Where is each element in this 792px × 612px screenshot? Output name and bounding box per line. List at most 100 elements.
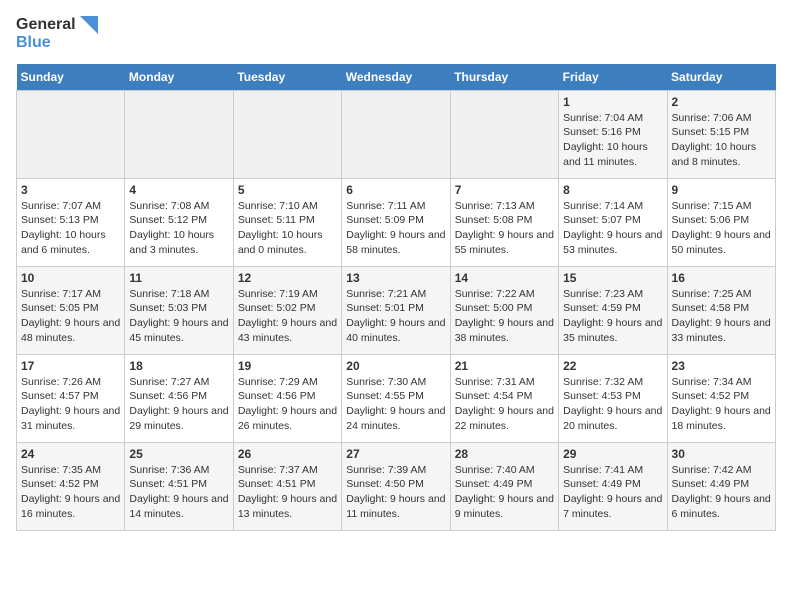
calendar-week: 17 Sunrise: 7:26 AM Sunset: 4:57 PM Dayli…: [17, 354, 776, 442]
day-info: Sunrise: 7:07 AM Sunset: 5:13 PM Dayligh…: [21, 199, 120, 258]
calendar-cell: [17, 90, 125, 178]
day-number: 3: [21, 183, 120, 197]
day-info: Sunrise: 7:10 AM Sunset: 5:11 PM Dayligh…: [238, 199, 337, 258]
calendar-cell: 10 Sunrise: 7:17 AM Sunset: 5:05 PM Dayli…: [17, 266, 125, 354]
calendar-cell: 25 Sunrise: 7:36 AM Sunset: 4:51 PM Dayli…: [125, 442, 233, 530]
calendar-cell: 19Sunrise: 7:29 AM Sunset: 4:56 PM Dayli…: [233, 354, 341, 442]
calendar-cell: 30 Sunrise: 7:42 AM Sunset: 4:49 PM Dayli…: [667, 442, 775, 530]
weekday-header: Thursday: [450, 64, 558, 91]
day-number: 20: [346, 359, 445, 373]
day-number: 8: [563, 183, 662, 197]
day-info: Sunrise: 7:04 AM Sunset: 5:16 PM Dayligh…: [563, 111, 662, 170]
day-info: Sunrise: 7:41 AM Sunset: 4:49 PM Dayligh…: [563, 463, 662, 522]
weekday-header: Wednesday: [342, 64, 450, 91]
weekday-header: Saturday: [667, 64, 775, 91]
day-number: 21: [455, 359, 554, 373]
calendar-cell: 14 Sunrise: 7:22 AM Sunset: 5:00 PM Dayli…: [450, 266, 558, 354]
day-number: 30: [672, 447, 771, 461]
day-number: 7: [455, 183, 554, 197]
day-info: Sunrise: 7:21 AM Sunset: 5:01 PM Dayligh…: [346, 287, 445, 346]
calendar-week: 10 Sunrise: 7:17 AM Sunset: 5:05 PM Dayli…: [17, 266, 776, 354]
calendar-week: 24Sunrise: 7:35 AM Sunset: 4:52 PM Dayli…: [17, 442, 776, 530]
calendar-cell: 6 Sunrise: 7:11 AM Sunset: 5:09 PM Daylig…: [342, 178, 450, 266]
day-info: Sunrise: 7:18 AM Sunset: 5:03 PM Dayligh…: [129, 287, 228, 346]
calendar-cell: 15Sunrise: 7:23 AM Sunset: 4:59 PM Dayli…: [559, 266, 667, 354]
day-info: Sunrise: 7:17 AM Sunset: 5:05 PM Dayligh…: [21, 287, 120, 346]
day-info: Sunrise: 7:36 AM Sunset: 4:51 PM Dayligh…: [129, 463, 228, 522]
weekday-header: Monday: [125, 64, 233, 91]
calendar-cell: 8 Sunrise: 7:14 AM Sunset: 5:07 PM Daylig…: [559, 178, 667, 266]
day-number: 5: [238, 183, 337, 197]
calendar-cell: 18 Sunrise: 7:27 AM Sunset: 4:56 PM Dayli…: [125, 354, 233, 442]
day-info: Sunrise: 7:27 AM Sunset: 4:56 PM Dayligh…: [129, 375, 228, 434]
logo-text: General Blue: [16, 16, 98, 52]
weekday-header: Friday: [559, 64, 667, 91]
day-info: Sunrise: 7:26 AM Sunset: 4:57 PM Dayligh…: [21, 375, 120, 434]
page-header: General Blue: [16, 16, 776, 52]
day-number: 11: [129, 271, 228, 285]
calendar-cell: 9Sunrise: 7:15 AM Sunset: 5:06 PM Daylig…: [667, 178, 775, 266]
calendar-cell: 2 Sunrise: 7:06 AM Sunset: 5:15 PM Daylig…: [667, 90, 775, 178]
calendar-cell: 20 Sunrise: 7:30 AM Sunset: 4:55 PM Dayli…: [342, 354, 450, 442]
weekday-header: Sunday: [17, 64, 125, 91]
day-info: Sunrise: 7:37 AM Sunset: 4:51 PM Dayligh…: [238, 463, 337, 522]
day-info: Sunrise: 7:39 AM Sunset: 4:50 PM Dayligh…: [346, 463, 445, 522]
day-info: Sunrise: 7:32 AM Sunset: 4:53 PM Dayligh…: [563, 375, 662, 434]
logo-arrow-icon: [80, 16, 98, 34]
day-info: Sunrise: 7:08 AM Sunset: 5:12 PM Dayligh…: [129, 199, 228, 258]
day-info: Sunrise: 7:11 AM Sunset: 5:09 PM Dayligh…: [346, 199, 445, 258]
day-number: 22: [563, 359, 662, 373]
calendar-cell: 13 Sunrise: 7:21 AM Sunset: 5:01 PM Dayli…: [342, 266, 450, 354]
day-info: Sunrise: 7:19 AM Sunset: 5:02 PM Dayligh…: [238, 287, 337, 346]
day-info: Sunrise: 7:30 AM Sunset: 4:55 PM Dayligh…: [346, 375, 445, 434]
day-number: 6: [346, 183, 445, 197]
calendar-cell: [125, 90, 233, 178]
calendar-cell: 26 Sunrise: 7:37 AM Sunset: 4:51 PM Dayli…: [233, 442, 341, 530]
day-info: Sunrise: 7:31 AM Sunset: 4:54 PM Dayligh…: [455, 375, 554, 434]
calendar-cell: [450, 90, 558, 178]
day-number: 14: [455, 271, 554, 285]
calendar-cell: 24Sunrise: 7:35 AM Sunset: 4:52 PM Dayli…: [17, 442, 125, 530]
day-info: Sunrise: 7:29 AM Sunset: 4:56 PM Dayligh…: [238, 375, 337, 434]
day-info: Sunrise: 7:35 AM Sunset: 4:52 PM Dayligh…: [21, 463, 120, 522]
day-number: 17: [21, 359, 120, 373]
day-number: 29: [563, 447, 662, 461]
day-info: Sunrise: 7:14 AM Sunset: 5:07 PM Dayligh…: [563, 199, 662, 258]
day-number: 18: [129, 359, 228, 373]
day-info: Sunrise: 7:42 AM Sunset: 4:49 PM Dayligh…: [672, 463, 771, 522]
day-number: 9: [672, 183, 771, 197]
day-info: Sunrise: 7:25 AM Sunset: 4:58 PM Dayligh…: [672, 287, 771, 346]
day-info: Sunrise: 7:34 AM Sunset: 4:52 PM Dayligh…: [672, 375, 771, 434]
calendar-cell: 11 Sunrise: 7:18 AM Sunset: 5:03 PM Dayli…: [125, 266, 233, 354]
day-number: 4: [129, 183, 228, 197]
day-number: 2: [672, 95, 771, 109]
calendar-cell: 4 Sunrise: 7:08 AM Sunset: 5:12 PM Daylig…: [125, 178, 233, 266]
day-number: 10: [21, 271, 120, 285]
calendar-week: 3 Sunrise: 7:07 AM Sunset: 5:13 PM Daylig…: [17, 178, 776, 266]
day-number: 1: [563, 95, 662, 109]
calendar-cell: 21 Sunrise: 7:31 AM Sunset: 4:54 PM Dayli…: [450, 354, 558, 442]
day-number: 26: [238, 447, 337, 461]
day-number: 13: [346, 271, 445, 285]
calendar-cell: 3 Sunrise: 7:07 AM Sunset: 5:13 PM Daylig…: [17, 178, 125, 266]
day-info: Sunrise: 7:40 AM Sunset: 4:49 PM Dayligh…: [455, 463, 554, 522]
day-number: 16: [672, 271, 771, 285]
calendar-cell: 27 Sunrise: 7:39 AM Sunset: 4:50 PM Dayli…: [342, 442, 450, 530]
day-info: Sunrise: 7:22 AM Sunset: 5:00 PM Dayligh…: [455, 287, 554, 346]
calendar-cell: 22 Sunrise: 7:32 AM Sunset: 4:53 PM Dayli…: [559, 354, 667, 442]
day-number: 12: [238, 271, 337, 285]
calendar-header: SundayMondayTuesdayWednesdayThursdayFrid…: [17, 64, 776, 91]
logo: General Blue: [16, 16, 98, 52]
calendar-cell: 7 Sunrise: 7:13 AM Sunset: 5:08 PM Daylig…: [450, 178, 558, 266]
day-number: 23: [672, 359, 771, 373]
day-number: 25: [129, 447, 228, 461]
calendar-cell: 16 Sunrise: 7:25 AM Sunset: 4:58 PM Dayli…: [667, 266, 775, 354]
calendar-cell: 12 Sunrise: 7:19 AM Sunset: 5:02 PM Dayli…: [233, 266, 341, 354]
calendar-table: SundayMondayTuesdayWednesdayThursdayFrid…: [16, 64, 776, 531]
calendar-cell: 1 Sunrise: 7:04 AM Sunset: 5:16 PM Daylig…: [559, 90, 667, 178]
day-info: Sunrise: 7:13 AM Sunset: 5:08 PM Dayligh…: [455, 199, 554, 258]
day-number: 27: [346, 447, 445, 461]
day-number: 28: [455, 447, 554, 461]
day-info: Sunrise: 7:23 AM Sunset: 4:59 PM Dayligh…: [563, 287, 662, 346]
day-info: Sunrise: 7:06 AM Sunset: 5:15 PM Dayligh…: [672, 111, 771, 170]
